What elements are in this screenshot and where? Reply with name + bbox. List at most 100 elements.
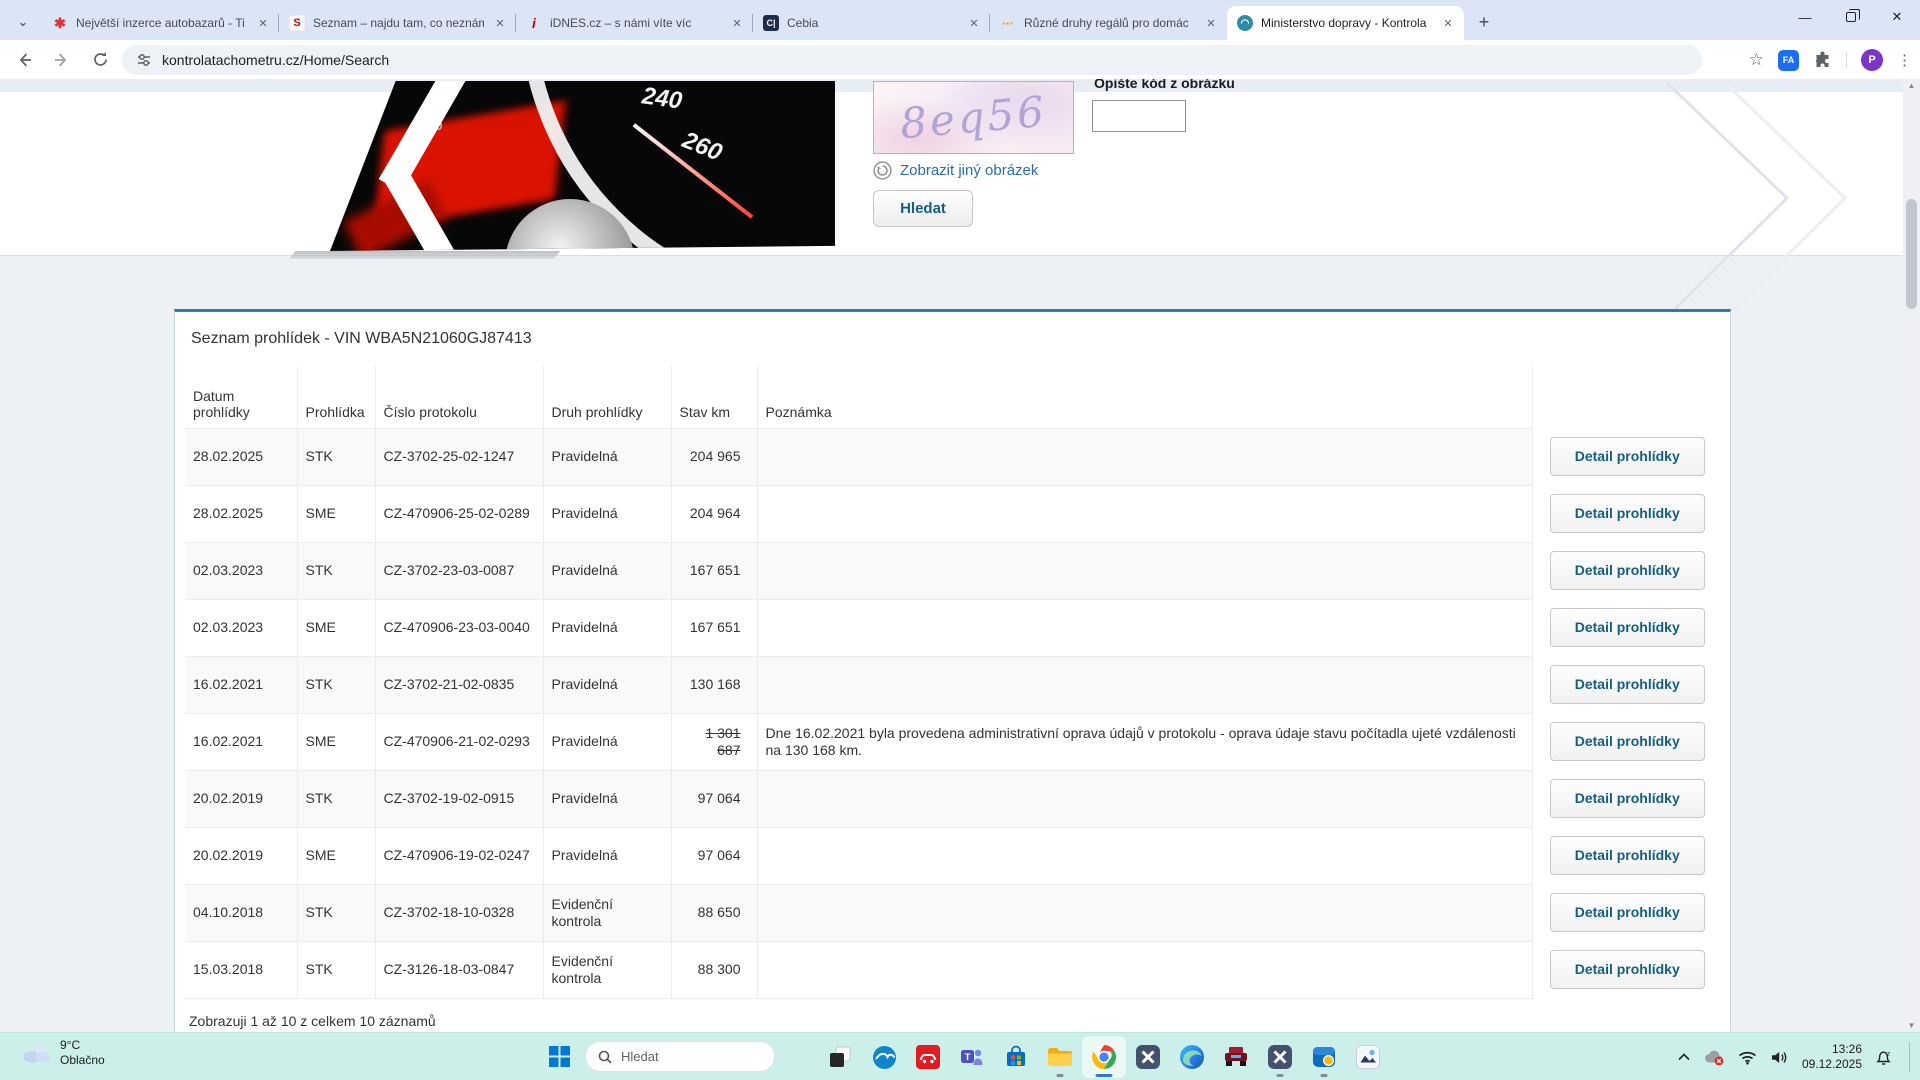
banner-shadow (288, 251, 561, 259)
task-view-icon[interactable] (818, 1036, 862, 1078)
detail-button[interactable]: Detail prohlídky (1549, 722, 1705, 761)
detail-button[interactable]: Detail prohlídky (1549, 836, 1705, 875)
detail-button[interactable]: Detail prohlídky (1549, 551, 1705, 590)
restore-button[interactable] (1828, 0, 1874, 34)
file-explorer-icon[interactable] (1038, 1036, 1082, 1078)
taskbar-clock[interactable]: 13:26 09.12.2025 (1802, 1042, 1862, 1072)
minimize-button[interactable]: — (1782, 0, 1828, 34)
tab-autobazary[interactable]: ✱ Největší inzerce autobazarů - Ti ✕ (42, 6, 279, 40)
tab-close-icon[interactable]: ✕ (966, 15, 982, 31)
onedrive-error-icon[interactable] (1704, 1049, 1725, 1066)
volume-icon[interactable] (1770, 1050, 1789, 1065)
cell-stav-km: 1 301 687 (670, 712, 758, 771)
tipcars-icon[interactable] (906, 1036, 950, 1078)
site-settings-icon[interactable] (136, 52, 152, 68)
page-banner: 60 240 260 Opište kód z obrázku 8eq56 Zo… (0, 79, 1903, 319)
app-x-icon[interactable] (1126, 1036, 1170, 1078)
fa-extension-icon[interactable]: FA (1778, 49, 1799, 71)
table-row: 04.10.2018 STK CZ-3702-18-10-0328 Eviden… (185, 883, 1722, 942)
notifications-bell-icon[interactable]: z (1875, 1049, 1892, 1066)
tab-close-icon[interactable]: ✕ (1203, 15, 1219, 31)
search-submit-button[interactable]: Hledat (873, 190, 973, 227)
tray-date: 09.12.2025 (1801, 1057, 1862, 1071)
detail-button[interactable]: Detail prohlídky (1549, 494, 1705, 533)
show-other-image-link[interactable]: Zobrazit jiný obrázek (900, 162, 1038, 179)
forward-button[interactable] (48, 46, 76, 74)
bookmark-star-icon[interactable]: ☆ (1749, 50, 1764, 70)
reload-button[interactable] (86, 46, 114, 74)
detail-button[interactable]: Detail prohlídky (1549, 950, 1705, 989)
cell-cislo: CZ-3702-18-10-0328 (374, 883, 544, 942)
cell-prohlidka: SME (296, 826, 376, 885)
scroll-up-arrow[interactable]: ▲ (1908, 81, 1916, 90)
show-desktop-button[interactable] (1909, 1042, 1910, 1072)
detail-button[interactable]: Detail prohlídky (1549, 893, 1705, 932)
tab-ministerstvo-dopravy[interactable]: ◠ Ministerstvo dopravy - Kontrola ✕ (1227, 6, 1464, 40)
tab-idnes[interactable]: i iDNES.cz – s námi víte víc ✕ (515, 6, 753, 40)
tray-chevron-icon[interactable] (1677, 1052, 1691, 1062)
captcha-label: Opište kód z obrázku (1094, 79, 1235, 91)
scroll-down-arrow[interactable]: ▼ (1908, 1021, 1916, 1030)
teams-icon[interactable]: T (950, 1036, 994, 1078)
cell-prohlidka: STK (296, 940, 376, 999)
weather-widget[interactable]: 9°C Oblačno (22, 1038, 105, 1068)
page-scrollbar[interactable]: ▲ ▼ (1903, 79, 1920, 1032)
app-x-icon-2[interactable] (1258, 1036, 1302, 1078)
chrome-icon[interactable] (1082, 1036, 1126, 1078)
weather-temp: 9°C (60, 1038, 81, 1052)
table-row: 16.02.2021 SME CZ-470906-21-02-0293 Prav… (185, 712, 1722, 771)
url-text: kontrolatachometru.cz/Home/Search (162, 52, 390, 68)
tab-title: Největší inzerce autobazarů - Ti (76, 16, 245, 30)
scrollbar-thumb[interactable] (1906, 199, 1917, 309)
col-prohlidka: Prohlídka (296, 366, 376, 429)
close-button[interactable]: ✕ (1874, 0, 1920, 34)
edge-icon[interactable] (1170, 1036, 1214, 1078)
microsoft-store-icon[interactable] (994, 1036, 1038, 1078)
cell-datum: 04.10.2018 (185, 883, 298, 942)
cell-cislo: CZ-470906-25-02-0289 (374, 484, 544, 543)
tab-close-icon[interactable]: ✕ (1440, 15, 1456, 31)
cell-stav-km: 204 964 (670, 484, 758, 543)
new-tab-button[interactable]: + (1470, 8, 1498, 36)
detail-button[interactable]: Detail prohlídky (1549, 779, 1705, 818)
refresh-icon[interactable] (873, 161, 892, 180)
detail-button[interactable]: Detail prohlídky (1549, 437, 1705, 476)
address-bar[interactable]: kontrolatachometru.cz/Home/Search (122, 45, 1702, 75)
cell-prohlidka: STK (296, 541, 376, 600)
start-button[interactable] (548, 1045, 571, 1068)
tab-close-icon[interactable]: ✕ (729, 15, 745, 31)
col-poznamka: Poznámka (756, 366, 1533, 429)
cebia-favicon: C| (763, 15, 779, 31)
gauge-label: 240 (640, 82, 684, 115)
browser-menu-icon[interactable]: ⋮ (1897, 51, 1912, 69)
cell-poznamka (756, 541, 1533, 600)
tab-seznam[interactable]: S Seznam – najdu tam, co neznám ✕ (278, 6, 516, 40)
table-row: 02.03.2023 STK CZ-3702-23-03-0087 Pravid… (185, 541, 1722, 600)
back-button[interactable] (10, 46, 38, 74)
svg-text:T: T (964, 1052, 970, 1063)
results-title: Seznam prohlídek - VIN WBA5N21060GJ87413 (191, 330, 532, 347)
wifi-icon[interactable] (1738, 1050, 1757, 1065)
cell-stav-km: 167 651 (670, 598, 758, 657)
tab-close-icon[interactable]: ✕ (255, 15, 271, 31)
photos-app-icon[interactable] (1346, 1036, 1390, 1078)
detail-button[interactable]: Detail prohlídky (1549, 608, 1705, 647)
outlook-icon[interactable] (1302, 1036, 1346, 1078)
taskbar-search[interactable]: Hledat (585, 1041, 775, 1072)
detail-button[interactable]: Detail prohlídky (1549, 665, 1705, 704)
col-stav-km: Stav km (670, 366, 758, 429)
tab-search-button[interactable]: ⌄ (8, 7, 38, 37)
tab-regaly[interactable]: ▪▪▪ Různé druhy regálů pro domác ✕ (989, 6, 1227, 40)
extensions-puzzle-icon[interactable] (1813, 51, 1832, 70)
cell-datum: 20.02.2019 (185, 826, 298, 885)
captcha-input[interactable] (1092, 100, 1186, 132)
cell-druh: Pravidelná (542, 427, 672, 486)
cell-druh: Evidenční kontrola (542, 883, 672, 942)
tab-cebia[interactable]: C| Cebia ✕ (752, 6, 990, 40)
openoffice-icon[interactable] (862, 1036, 906, 1078)
tab-close-icon[interactable]: ✕ (492, 15, 508, 31)
profile-avatar[interactable]: P (1861, 49, 1883, 71)
captcha-image: 8eq56 (873, 81, 1074, 154)
tab-strip: ⌄ ✱ Největší inzerce autobazarů - Ti ✕ S… (0, 0, 1920, 40)
car-game-icon[interactable] (1214, 1036, 1258, 1078)
